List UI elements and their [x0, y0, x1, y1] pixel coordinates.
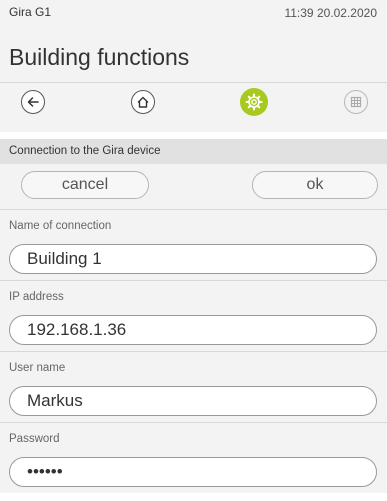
- field-label: User name: [9, 362, 66, 374]
- field-label: Password: [9, 433, 60, 445]
- user-name-field: User name: [0, 351, 387, 422]
- password-field: Password: [0, 422, 387, 493]
- back-arrow-icon: [27, 97, 39, 107]
- home-button[interactable]: [131, 90, 155, 114]
- connection-name-field: Name of connection: [0, 209, 387, 280]
- time-date: 11:39 20.02.2020: [284, 6, 377, 20]
- grid-icon: [350, 96, 362, 108]
- ip-address-input[interactable]: [9, 315, 377, 345]
- ip-address-field: IP address: [0, 280, 387, 351]
- field-label: IP address: [9, 291, 64, 303]
- connection-name-input[interactable]: [9, 244, 377, 274]
- settings-button[interactable]: [240, 88, 268, 116]
- title-bar: Building functions: [0, 32, 387, 82]
- page-title: Building functions: [9, 44, 190, 70]
- status-bar: Gira G1 11:39 20.02.2020: [0, 0, 387, 32]
- back-button[interactable]: [21, 90, 45, 114]
- nav-bar: [0, 82, 387, 132]
- cancel-button[interactable]: cancel: [21, 171, 149, 199]
- home-icon: [137, 96, 149, 108]
- action-row: cancel ok: [0, 164, 387, 209]
- app-name: Gira G1: [9, 5, 52, 19]
- section-title: Connection to the Gira device: [9, 145, 161, 157]
- ok-button[interactable]: ok: [252, 171, 378, 199]
- grid-button[interactable]: [344, 90, 368, 114]
- gear-icon: [245, 93, 263, 111]
- field-label: Name of connection: [9, 220, 112, 232]
- password-input[interactable]: [9, 457, 377, 487]
- section-header: Connection to the Gira device: [0, 139, 387, 164]
- user-name-input[interactable]: [9, 386, 377, 416]
